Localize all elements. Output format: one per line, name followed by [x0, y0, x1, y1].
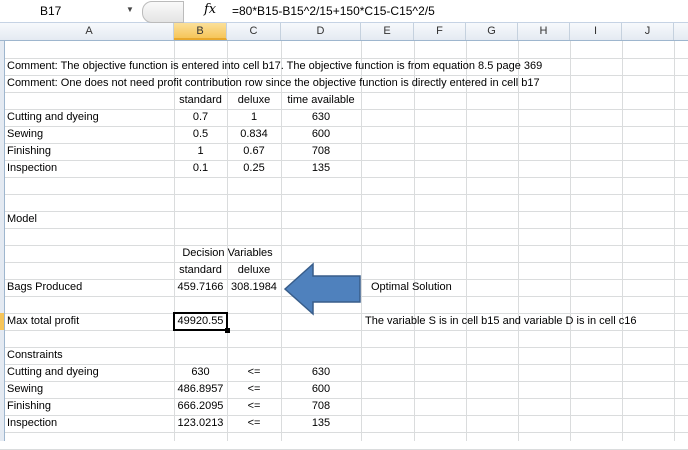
row-label[interactable]: Inspection: [7, 415, 172, 432]
value-cell[interactable]: 708: [283, 143, 359, 160]
variable-note[interactable]: The variable S is in cell b15 and variab…: [365, 313, 636, 330]
constraint-lhs[interactable]: 123.0213: [176, 415, 225, 432]
constraint-operator[interactable]: <=: [229, 381, 279, 398]
column-label[interactable]: deluxe: [229, 92, 279, 109]
gridline: [0, 245, 688, 246]
row-label[interactable]: Max total profit: [7, 313, 172, 330]
gridline: [0, 177, 688, 178]
column-header-j[interactable]: J: [622, 23, 674, 40]
constraint-rhs[interactable]: 600: [283, 381, 359, 398]
gridline: [0, 228, 688, 229]
row-label[interactable]: Cutting and dyeing: [7, 109, 172, 126]
row-label[interactable]: Inspection: [7, 160, 172, 177]
standard-bags-cell[interactable]: 459.7166: [176, 279, 225, 296]
row-label[interactable]: Bags Produced: [7, 279, 172, 296]
gridline: [0, 330, 688, 331]
function-icon[interactable]: fx: [204, 2, 216, 17]
gridline: [0, 432, 688, 433]
constraint-rhs[interactable]: 135: [283, 415, 359, 432]
comment-cell[interactable]: Comment: The objective function is enter…: [7, 58, 542, 75]
column-header-b[interactable]: B: [174, 23, 227, 40]
formula-bar: B17 ▼ fx =80*B15-B15^2/15+150*C15-C15^2/…: [0, 0, 688, 23]
constraints-title[interactable]: Constraints: [7, 347, 172, 364]
column-label[interactable]: standard: [176, 262, 225, 279]
row-label[interactable]: Cutting and dyeing: [7, 364, 172, 381]
column-header-f[interactable]: F: [414, 23, 466, 40]
row-label[interactable]: Sewing: [7, 126, 172, 143]
column-header-h[interactable]: H: [518, 23, 570, 40]
column-header-c[interactable]: C: [227, 23, 281, 40]
column-label[interactable]: time available: [283, 92, 359, 109]
value-cell[interactable]: 0.67: [229, 143, 279, 160]
row-label[interactable]: Finishing: [7, 143, 172, 160]
active-cell-border: [173, 312, 228, 331]
constraint-operator[interactable]: <=: [229, 415, 279, 432]
value-cell[interactable]: 0.7: [176, 109, 225, 126]
value-cell[interactable]: 0.25: [229, 160, 279, 177]
row-header-edge: [0, 41, 5, 441]
constraint-lhs[interactable]: 666.2095: [176, 398, 225, 415]
selected-row-marker: [0, 313, 4, 330]
model-label[interactable]: Model: [7, 211, 172, 228]
arrow-icon: [283, 262, 361, 316]
constraint-rhs[interactable]: 708: [283, 398, 359, 415]
row-label[interactable]: Finishing: [7, 398, 172, 415]
column-label[interactable]: deluxe: [229, 262, 279, 279]
gridline: [0, 194, 688, 195]
optimal-solution-note[interactable]: Optimal Solution: [371, 279, 452, 296]
column-header-i[interactable]: I: [570, 23, 622, 40]
deluxe-bags-cell[interactable]: 308.1984: [229, 279, 279, 296]
comment-cell[interactable]: Comment: One does not need profit contri…: [7, 75, 540, 92]
name-box[interactable]: B17: [0, 0, 120, 21]
constraint-lhs[interactable]: 630: [176, 364, 225, 381]
value-cell[interactable]: 1: [229, 109, 279, 126]
column-header-a[interactable]: A: [5, 23, 174, 40]
column-headers: ABCDEFGHIJ: [0, 23, 688, 41]
column-header-d[interactable]: D: [281, 23, 361, 40]
value-cell[interactable]: 0.834: [229, 126, 279, 143]
name-box-value: B17: [40, 4, 62, 18]
chevron-down-icon[interactable]: ▼: [126, 5, 134, 14]
value-cell[interactable]: 0.1: [176, 160, 225, 177]
value-cell[interactable]: 135: [283, 160, 359, 177]
fill-handle[interactable]: [225, 328, 230, 333]
column-label[interactable]: standard: [176, 92, 225, 109]
formula-input[interactable]: =80*B15-B15^2/15+150*C15-C15^2/5: [232, 4, 435, 18]
constraint-rhs[interactable]: 630: [283, 364, 359, 381]
decision-variables-title[interactable]: Decision Variables: [174, 245, 281, 262]
left-arrow-shape[interactable]: [283, 262, 363, 316]
formula-buttons[interactable]: [142, 1, 184, 23]
value-cell[interactable]: 0.5: [176, 126, 225, 143]
column-header-e[interactable]: E: [361, 23, 414, 40]
column-header-g[interactable]: G: [466, 23, 518, 40]
value-cell[interactable]: 600: [283, 126, 359, 143]
worksheet-grid[interactable]: Comment: The objective function is enter…: [0, 41, 688, 450]
value-cell[interactable]: 1: [176, 143, 225, 160]
constraint-operator[interactable]: <=: [229, 364, 279, 381]
constraint-lhs[interactable]: 486.8957: [176, 381, 225, 398]
row-label[interactable]: Sewing: [7, 381, 172, 398]
value-cell[interactable]: 630: [283, 109, 359, 126]
constraint-operator[interactable]: <=: [229, 398, 279, 415]
